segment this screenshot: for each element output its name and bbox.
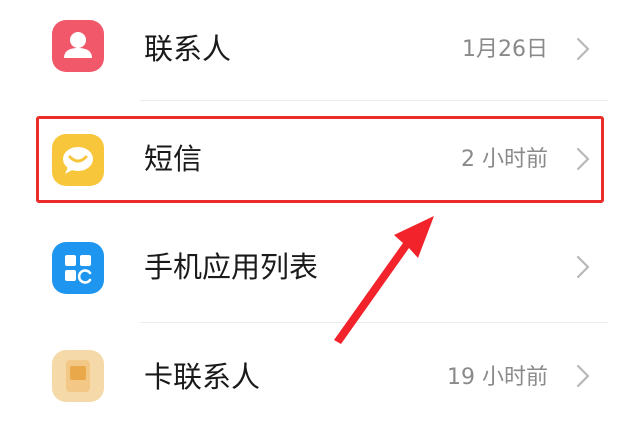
- divider: [140, 100, 608, 101]
- contacts-label: 联系人: [144, 32, 232, 66]
- sim-contacts-timestamp: 19 小时前: [447, 365, 548, 390]
- highlight-box: [36, 116, 604, 203]
- chevron-right-icon: [576, 364, 590, 388]
- contacts-timestamp: 1月26日: [462, 37, 548, 62]
- list-item-app-list[interactable]: 手机应用列表: [0, 212, 640, 322]
- list-item-sim-contacts[interactable]: 卡联系人 19 小时前: [0, 324, 640, 434]
- sim-contacts-label: 卡联系人: [144, 360, 261, 394]
- app-list-icon: [52, 242, 104, 294]
- divider: [140, 322, 608, 323]
- sim-card-icon: [52, 350, 104, 402]
- contacts-icon: [52, 20, 104, 72]
- chevron-right-icon: [576, 255, 590, 279]
- app-list-label: 手机应用列表: [144, 250, 319, 284]
- chevron-right-icon: [576, 37, 590, 61]
- list-item-contacts[interactable]: 联系人 1月26日: [0, 0, 640, 106]
